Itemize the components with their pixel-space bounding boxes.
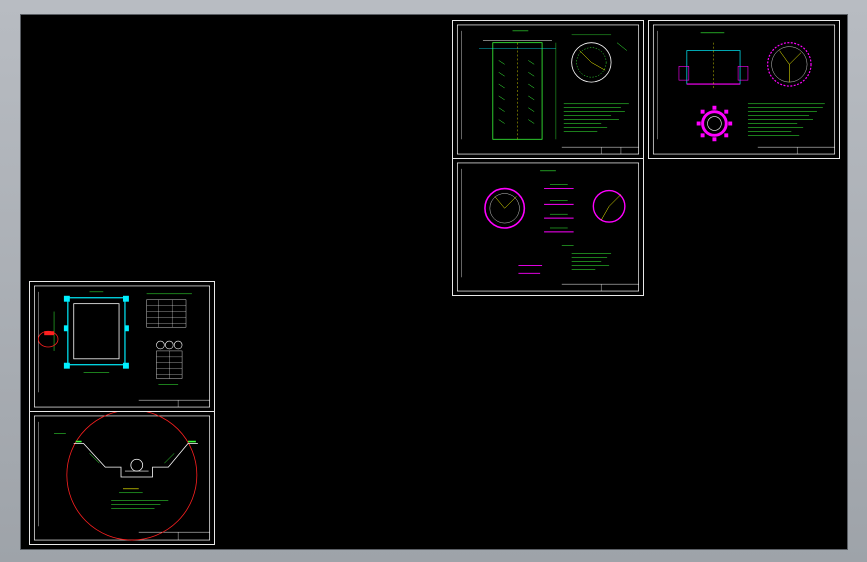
- drawing-content: [456, 162, 640, 292]
- drawing-content: [33, 412, 211, 541]
- drawing-content: [34, 285, 210, 408]
- drawing-content: [652, 24, 836, 155]
- drawing-sheet-pile-cap[interactable]: [648, 20, 840, 159]
- drawing-sheet-pile-elevation[interactable]: [452, 20, 644, 159]
- drawing-content: [456, 24, 640, 155]
- drawing-sheet-site-plan[interactable]: [29, 281, 215, 412]
- drawing-sheet-ring-sections[interactable]: [452, 158, 644, 296]
- drawing-sheet-slope-section[interactable]: [29, 411, 215, 545]
- cad-model-viewport[interactable]: [20, 14, 848, 550]
- app-frame: [0, 0, 867, 562]
